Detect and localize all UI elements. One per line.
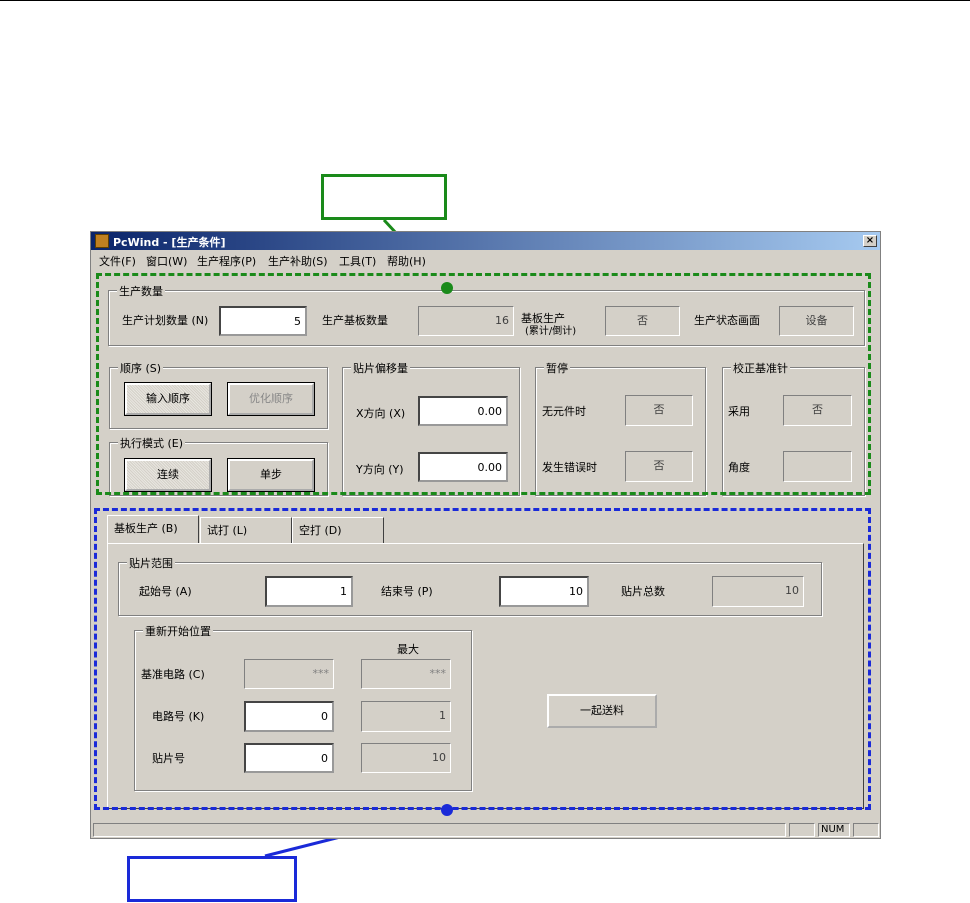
status-pane-main	[93, 823, 786, 837]
window-title: PcWind - [生产条件]	[113, 236, 226, 249]
status-pane-2	[789, 823, 815, 837]
menu-help[interactable]: 帮助(H)	[387, 253, 426, 269]
blue-anchor-dot	[441, 804, 453, 816]
green-anchor-dot	[441, 282, 453, 294]
close-button[interactable]: ×	[863, 235, 877, 247]
title-bar: PcWind - [生产条件] ×	[91, 232, 880, 250]
menu-window[interactable]: 窗口(W)	[146, 253, 187, 269]
blue-highlight-region	[94, 508, 871, 810]
app-icon	[95, 234, 109, 248]
menu-program[interactable]: 生产程序(P)	[197, 253, 256, 269]
status-pane-num: NUM	[818, 823, 850, 837]
menu-support[interactable]: 生产补助(S)	[268, 253, 328, 269]
status-bar: NUM	[91, 821, 880, 838]
menu-file[interactable]: 文件(F)	[99, 253, 136, 269]
green-highlight-region	[96, 273, 871, 495]
menu-tools[interactable]: 工具(T)	[339, 253, 376, 269]
status-pane-4	[853, 823, 879, 837]
menu-bar: 文件(F) 窗口(W) 生产程序(P) 生产补助(S) 工具(T) 帮助(H)	[91, 250, 880, 268]
